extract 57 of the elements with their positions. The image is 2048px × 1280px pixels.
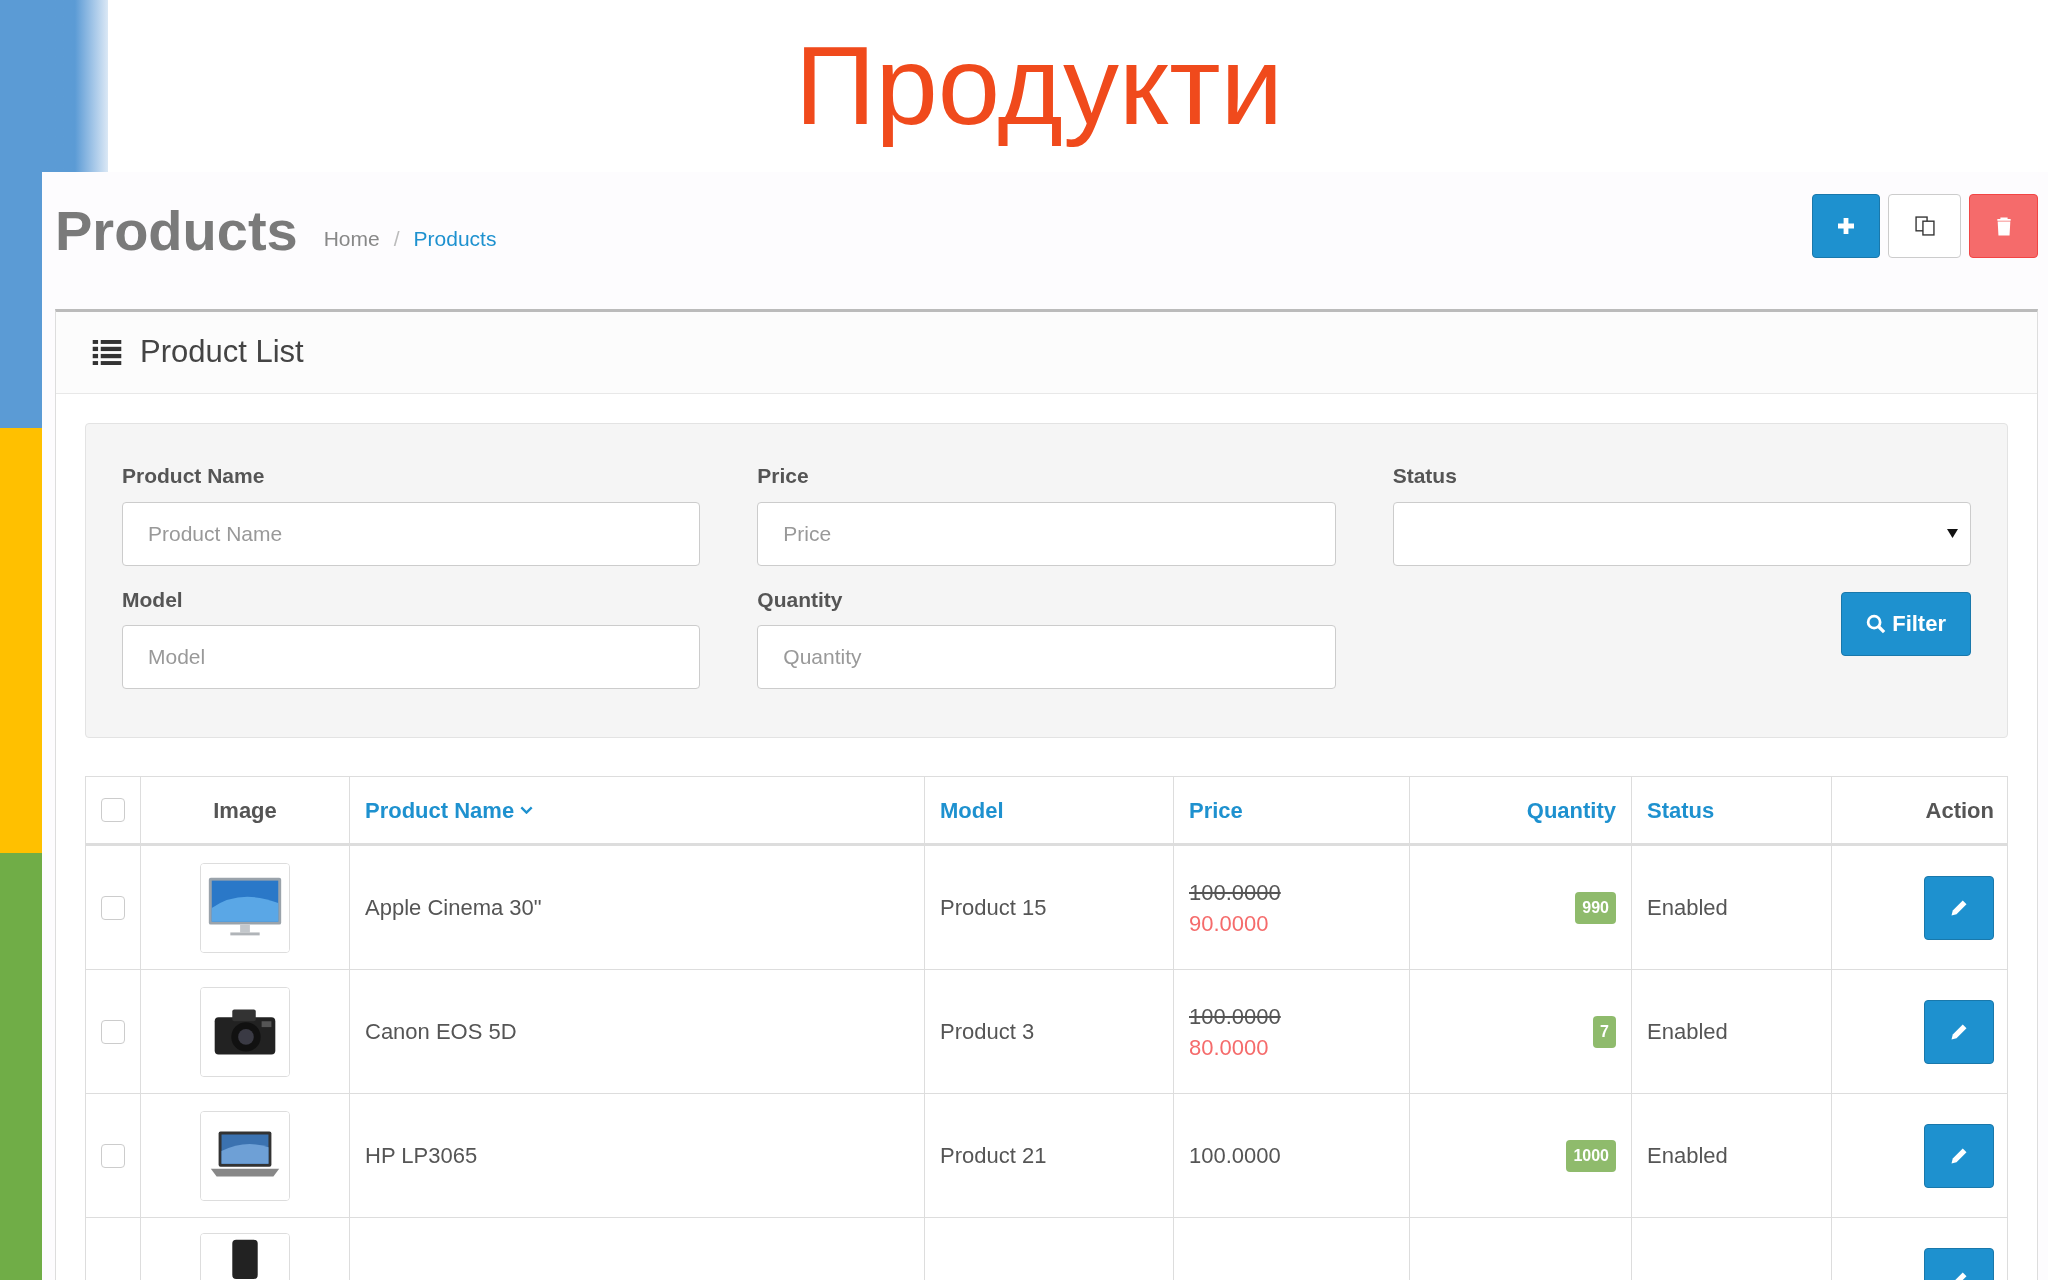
product-name: HP LP3065 [365,1142,478,1170]
copy-icon [1913,215,1936,237]
quantity-badge: 990 [1575,891,1616,924]
slide-title: Продукти [794,22,1284,150]
input-field[interactable]: Model [122,625,701,689]
product-model: Product 21 [940,1142,1047,1170]
plus-icon [1836,216,1856,236]
field-label: Product Name [122,463,266,489]
search-icon [1866,613,1887,634]
edit-button[interactable] [1924,875,1994,940]
copy-button[interactable] [1888,194,1961,258]
column-sort-link[interactable]: Price [1189,793,1243,827]
checkbox[interactable] [101,798,125,822]
input-field[interactable]: Product Name [122,501,701,566]
input-field[interactable]: Quantity [757,625,1336,689]
breadcrumb-link[interactable]: Products [413,223,497,255]
original-price: 100.0000 [1189,1002,1281,1031]
delete-button[interactable] [1969,194,2038,258]
checkbox[interactable] [101,1143,125,1168]
breadcrumb-link[interactable]: Home [323,223,380,255]
checkbox[interactable] [101,895,125,920]
field-label: Status [1392,463,1458,489]
page-title: Products [55,198,298,264]
column-sort-link[interactable]: Product Name [365,793,534,827]
column-sort-link[interactable]: Status [1647,793,1715,827]
checkbox[interactable] [101,1019,125,1044]
dropdown-caret-icon [1947,529,1958,538]
chevron-down-icon [520,806,534,814]
quantity-badge: 1000 [1566,1139,1616,1172]
product-model: Product 15 [940,894,1047,922]
input-field[interactable]: Price [757,501,1336,566]
quantity-badge: 7 [1593,1015,1616,1048]
panel-title: Product List [140,333,304,372]
special-price: 90.0000 [1189,909,1270,938]
edit-button[interactable] [1924,999,1994,1064]
product-price: 100.0000 [1189,1142,1281,1170]
original-price: 100.0000 [1189,878,1281,907]
breadcrumb-separator: / [393,226,400,253]
product-status: Enabled [1647,1018,1728,1046]
edit-button[interactable] [1924,1123,1994,1188]
special-price: 80.0000 [1189,1033,1270,1062]
column-sort-link[interactable]: Model [940,793,1004,827]
product-status: Enabled [1647,1142,1728,1170]
product-name: Canon EOS 5D [365,1018,517,1046]
field-label: Price [757,463,810,489]
filter-button[interactable]: Filter [1841,591,1971,656]
field-label: Quantity [757,586,844,613]
column-header: Action [1925,796,1994,825]
product-model: Product 3 [940,1018,1035,1046]
field-label: Model [122,586,184,613]
product-name: Apple Cinema 30" [365,894,542,922]
add-button[interactable] [1812,194,1880,258]
list-icon [92,340,122,365]
column-sort-link[interactable]: Quantity [1526,793,1616,827]
column-header: Image [213,796,277,825]
trash-icon [1995,216,2012,236]
product-status: Enabled [1647,894,1728,922]
